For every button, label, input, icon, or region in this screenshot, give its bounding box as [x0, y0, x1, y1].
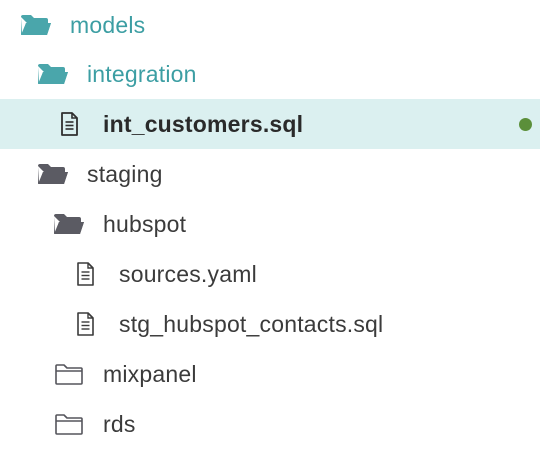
folder-open-icon: [37, 63, 69, 85]
tree-item-label: rds: [103, 410, 136, 437]
tree-folder-hubspot[interactable]: hubspot: [0, 199, 540, 249]
tree-item-label: mixpanel: [103, 360, 197, 387]
tree-item-label: staging: [87, 160, 163, 187]
tree-folder-rds[interactable]: rds: [0, 399, 540, 449]
file-tree: models integration int_customers.sql sta…: [0, 0, 540, 450]
file-icon: [53, 112, 85, 136]
folder-closed-icon: [53, 413, 85, 435]
folder-open-icon: [37, 163, 69, 185]
tree-folder-models[interactable]: models: [0, 0, 540, 50]
file-icon: [69, 262, 101, 286]
tree-item-label: int_customers.sql: [103, 110, 304, 137]
tree-item-label: models: [70, 11, 146, 38]
tree-file-int-customers[interactable]: int_customers.sql: [0, 99, 540, 149]
tree-item-label: integration: [87, 60, 197, 87]
tree-folder-staging[interactable]: staging: [0, 149, 540, 199]
folder-open-icon: [53, 213, 85, 235]
tree-folder-mixpanel[interactable]: mixpanel: [0, 349, 540, 399]
folder-open-icon: [20, 14, 52, 36]
folder-closed-icon: [53, 363, 85, 385]
modified-status-dot: [519, 118, 532, 131]
file-icon: [69, 312, 101, 336]
tree-file-sources-yaml[interactable]: sources.yaml: [0, 249, 540, 299]
tree-folder-integration[interactable]: integration: [0, 49, 540, 99]
tree-file-stg-hubspot-contacts[interactable]: stg_hubspot_contacts.sql: [0, 299, 540, 349]
tree-item-label: hubspot: [103, 210, 187, 237]
tree-item-label: sources.yaml: [119, 260, 257, 287]
tree-item-label: stg_hubspot_contacts.sql: [119, 310, 384, 337]
